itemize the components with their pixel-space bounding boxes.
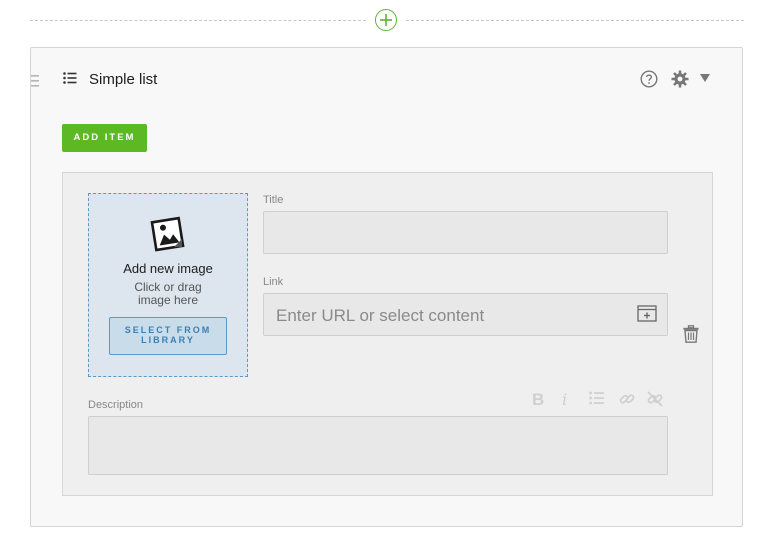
select-library-line2: LIBRARY — [141, 335, 195, 345]
caret-down-icon[interactable] — [699, 73, 711, 83]
select-from-library-button[interactable]: SELECT FROM LIBRARY — [109, 317, 227, 355]
drag-hint-line2: image here — [137, 293, 199, 307]
block-divider-left — [30, 20, 366, 21]
italic-icon[interactable]: i — [562, 390, 567, 409]
trash-icon[interactable] — [683, 325, 699, 343]
drag-handle-icon[interactable] — [31, 75, 39, 87]
link-input[interactable]: Enter URL or select content — [263, 293, 668, 336]
simple-list-block: Simple list ADD ITEM Add new image Click… — [30, 47, 743, 527]
block-title: Simple list — [89, 71, 158, 88]
title-label: Title — [263, 194, 284, 206]
bold-icon[interactable]: B — [532, 390, 544, 410]
select-library-line1: SELECT FROM — [124, 325, 212, 335]
image-dropzone[interactable]: Add new image Click or drag image here S… — [88, 193, 248, 377]
description-label: Description — [88, 399, 144, 411]
add-block-button[interactable] — [375, 9, 397, 31]
bullet-list-icon[interactable] — [589, 391, 605, 405]
list-item: Add new image Click or drag image here S… — [62, 172, 713, 496]
link-label: Link — [263, 276, 284, 288]
link-placeholder: Enter URL or select content — [276, 306, 485, 325]
drag-hint: Click or drag image here — [89, 281, 247, 307]
add-image-label: Add new image — [123, 261, 213, 276]
gear-icon[interactable] — [670, 69, 690, 89]
title-input[interactable] — [263, 211, 668, 254]
add-item-button[interactable]: ADD ITEM — [62, 124, 147, 152]
link-icon[interactable] — [619, 391, 635, 407]
unlink-icon[interactable] — [647, 391, 663, 407]
content-picker-icon[interactable] — [637, 305, 657, 322]
list-icon — [63, 72, 77, 84]
description-input[interactable] — [88, 416, 668, 475]
block-divider-right — [406, 20, 744, 21]
help-icon[interactable] — [640, 70, 658, 88]
plus-circle-icon — [380, 14, 392, 26]
image-icon — [150, 216, 185, 252]
